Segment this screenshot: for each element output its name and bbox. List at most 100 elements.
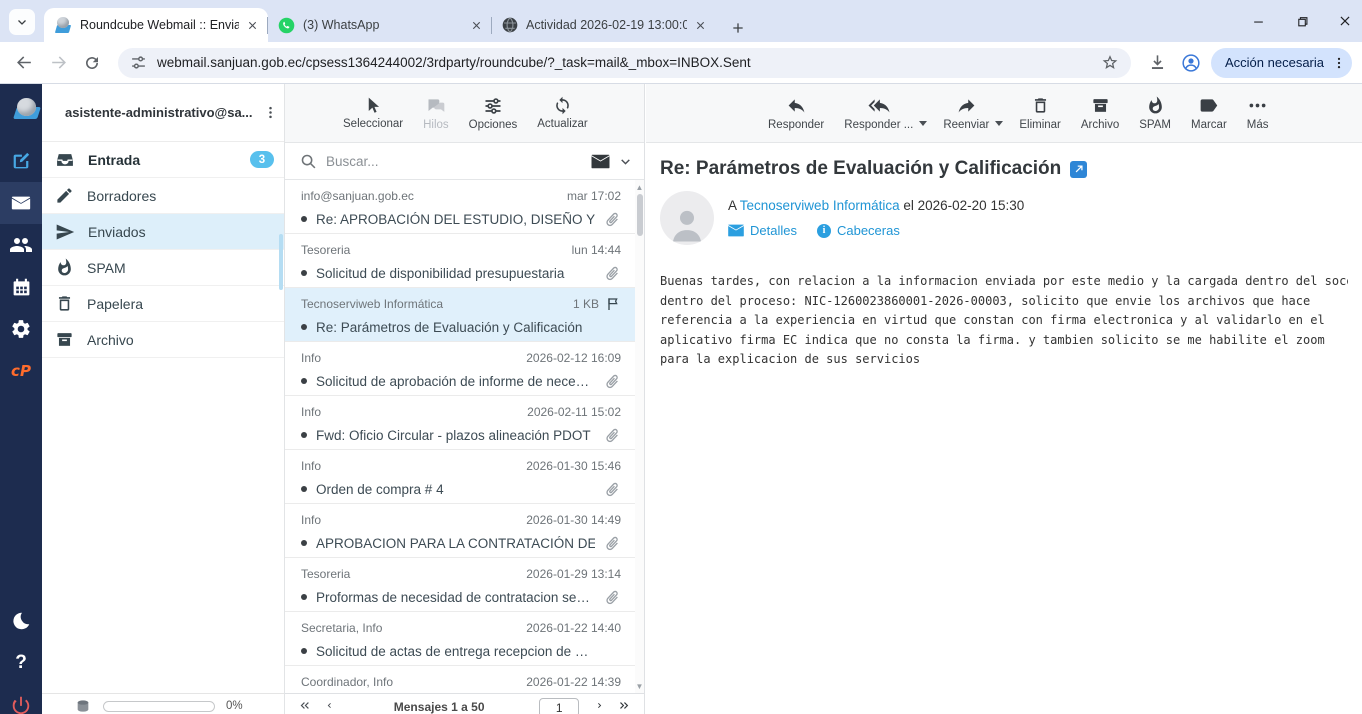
browser-tab-roundcube[interactable]: Roundcube Webmail :: Enviados bbox=[44, 8, 268, 42]
mark-button[interactable]: Marcar bbox=[1181, 95, 1237, 131]
info-icon: i bbox=[817, 224, 831, 238]
search-scope-mail-icon[interactable] bbox=[591, 154, 610, 169]
message-row[interactable]: Info 2026-01-30 15:46 Orden de compra # … bbox=[285, 450, 635, 504]
message-row[interactable]: Tesoreria lun 14:44 Solicitud de disponi… bbox=[285, 234, 635, 288]
nav-cpanel[interactable]: cP bbox=[0, 350, 42, 392]
message-row[interactable]: info@sanjuan.gob.ec mar 17:02 Re: APROBA… bbox=[285, 180, 635, 234]
forward-dropdown-caret[interactable] bbox=[995, 121, 1003, 126]
folder-archive[interactable]: Archivo bbox=[42, 322, 284, 358]
scrollbar-thumb[interactable] bbox=[637, 194, 643, 236]
browser-tab-actividad[interactable]: Actividad 2026-02-19 13:00:00 bbox=[492, 8, 716, 42]
list-scrollbar[interactable]: ▲ ▼ bbox=[635, 180, 644, 693]
prev-page-icon[interactable] bbox=[325, 698, 334, 713]
reload-button[interactable] bbox=[78, 49, 106, 77]
mail-toolbar: Responder Responder ... Reenviar Elimina… bbox=[646, 84, 1362, 143]
message-meta: 2026-02-12 16:09 bbox=[526, 351, 621, 365]
folders-scrollbar-thumb[interactable] bbox=[279, 234, 283, 290]
first-page-icon[interactable] bbox=[299, 698, 311, 713]
browser-tab-whatsapp[interactable]: (3) WhatsApp bbox=[268, 8, 492, 42]
threads-button[interactable]: Hilos bbox=[423, 96, 449, 131]
refresh-icon bbox=[553, 96, 572, 115]
tab-close-icon[interactable] bbox=[247, 20, 258, 31]
spam-button[interactable]: SPAM bbox=[1129, 95, 1181, 131]
download-icon bbox=[1148, 53, 1167, 72]
flame-icon bbox=[55, 258, 74, 277]
account-email: asistente-administrativo@sa... bbox=[65, 105, 263, 120]
options-button[interactable]: Opciones bbox=[469, 96, 518, 131]
flag-icon[interactable] bbox=[605, 296, 621, 312]
tab-close-icon[interactable] bbox=[471, 20, 482, 31]
archive-button[interactable]: Archivo bbox=[1071, 95, 1129, 131]
downloads-button[interactable] bbox=[1143, 49, 1171, 77]
message-row[interactable]: Tesoreria 2026-01-29 13:14 Proformas de … bbox=[285, 558, 635, 612]
minimize-button[interactable] bbox=[1252, 15, 1265, 28]
open-in-new-window-icon[interactable] bbox=[1070, 161, 1087, 178]
next-page-icon[interactable] bbox=[595, 698, 604, 713]
quota-bar: 0% bbox=[42, 693, 284, 714]
details-toggle[interactable]: Detalles bbox=[728, 223, 797, 238]
search-icon bbox=[300, 153, 317, 170]
refresh-button[interactable]: Actualizar bbox=[537, 96, 588, 130]
back-button[interactable] bbox=[10, 49, 38, 77]
tab-close-icon[interactable] bbox=[695, 20, 706, 31]
browser-menu-icon[interactable] bbox=[1332, 55, 1346, 71]
tab-search-button[interactable] bbox=[9, 9, 35, 35]
recipient-link[interactable]: Tecnoserviweb Informática bbox=[740, 198, 900, 213]
folder-drafts[interactable]: Borradores bbox=[42, 178, 284, 214]
action-needed-chip[interactable]: Acción necesaria bbox=[1211, 48, 1352, 78]
folder-label: Enviados bbox=[88, 224, 284, 240]
new-tab-button[interactable] bbox=[724, 14, 752, 42]
address-bar[interactable]: webmail.sanjuan.gob.ec/cpsess1364244002/… bbox=[118, 48, 1131, 78]
nav-contacts[interactable] bbox=[0, 224, 42, 266]
nav-settings[interactable] bbox=[0, 308, 42, 350]
message-sender: Info bbox=[301, 459, 520, 473]
delete-button[interactable]: Eliminar bbox=[1009, 95, 1071, 131]
account-menu-icon[interactable] bbox=[263, 104, 278, 121]
forward-button[interactable]: Reenviar bbox=[933, 95, 999, 131]
mail-icon bbox=[10, 192, 32, 214]
power-icon bbox=[10, 694, 32, 714]
help-button[interactable]: ? bbox=[0, 642, 42, 684]
nav-mail[interactable] bbox=[0, 182, 42, 224]
message-row[interactable]: Secretaria, Info 2026-01-22 14:40 Solici… bbox=[285, 612, 635, 666]
close-button[interactable] bbox=[1338, 14, 1352, 28]
folder-trash[interactable]: Papelera bbox=[42, 286, 284, 322]
page-number-input[interactable] bbox=[539, 698, 579, 714]
trash-icon bbox=[55, 294, 74, 313]
dark-mode-button[interactable] bbox=[0, 600, 42, 642]
message-row[interactable]: Coordinador, Info 2026-01-22 14:39 bbox=[285, 666, 635, 693]
more-button[interactable]: Más bbox=[1237, 95, 1279, 131]
scroll-down-icon[interactable]: ▼ bbox=[635, 680, 644, 692]
restore-button[interactable] bbox=[1295, 15, 1308, 28]
profile-button[interactable] bbox=[1177, 49, 1205, 77]
site-settings-icon[interactable] bbox=[130, 54, 147, 71]
search-input[interactable] bbox=[326, 154, 582, 169]
reply-all-button[interactable]: Responder ... bbox=[834, 95, 923, 131]
roundcube-favicon bbox=[54, 16, 72, 34]
browser-window: Roundcube Webmail :: Enviados (3) WhatsA… bbox=[0, 0, 1362, 714]
envelope-icon bbox=[728, 224, 744, 237]
forward-button[interactable] bbox=[44, 49, 72, 77]
message-row[interactable]: Info 2026-02-12 16:09 Solicitud de aprob… bbox=[285, 342, 635, 396]
search-options-chevron-icon[interactable] bbox=[619, 155, 632, 168]
headers-toggle[interactable]: i Cabeceras bbox=[817, 223, 900, 238]
folder-spam[interactable]: SPAM bbox=[42, 250, 284, 286]
reply-all-dropdown-caret[interactable] bbox=[919, 121, 927, 126]
reply-button[interactable]: Responder bbox=[758, 95, 834, 131]
message-row[interactable]: Info 2026-02-11 15:02 Fwd: Oficio Circul… bbox=[285, 396, 635, 450]
scroll-up-icon[interactable]: ▲ bbox=[635, 181, 644, 193]
last-page-icon[interactable] bbox=[618, 698, 630, 713]
message-row[interactable]: Tecnoserviweb Informática 1 KB Re: Parám… bbox=[285, 288, 635, 342]
logout-button[interactable] bbox=[0, 684, 42, 714]
folder-label: SPAM bbox=[87, 260, 284, 276]
message-row[interactable]: Info 2026-01-30 14:49 APROBACION PARA LA… bbox=[285, 504, 635, 558]
nav-rail: cP ? bbox=[0, 84, 42, 714]
bookmark-star-icon[interactable] bbox=[1101, 54, 1119, 72]
url-text[interactable]: webmail.sanjuan.gob.ec/cpsess1364244002/… bbox=[157, 55, 1091, 70]
nav-calendar[interactable] bbox=[0, 266, 42, 308]
folder-inbox[interactable]: Entrada 3 bbox=[42, 142, 284, 178]
compose-button[interactable] bbox=[0, 140, 42, 182]
folder-sent[interactable]: Enviados bbox=[42, 214, 284, 250]
sent-date: el 2026-02-20 15:30 bbox=[903, 198, 1024, 213]
select-button[interactable]: Seleccionar bbox=[343, 96, 403, 130]
